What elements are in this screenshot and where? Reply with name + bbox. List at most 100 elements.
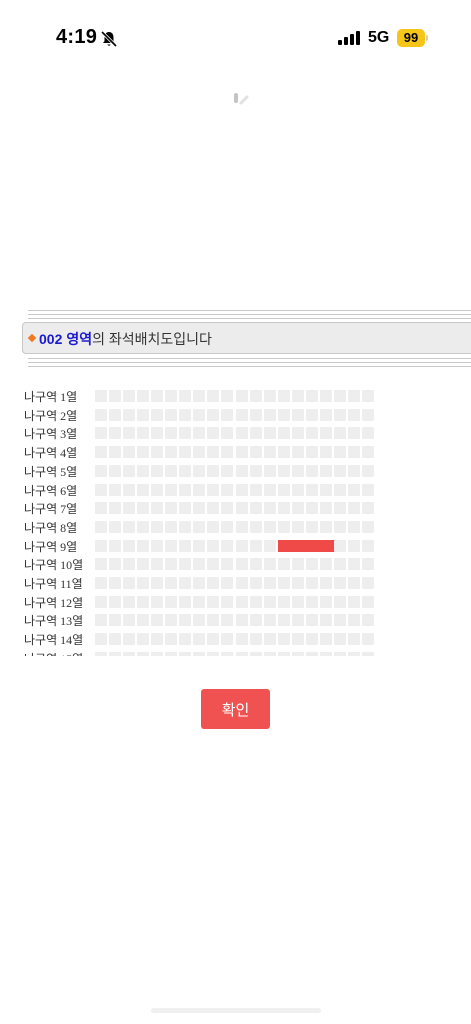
seat[interactable] [109,595,122,608]
seat[interactable] [291,651,304,656]
seat[interactable] [151,390,164,402]
seat[interactable] [263,464,276,477]
seat[interactable] [179,427,192,440]
seat[interactable] [361,595,374,608]
seat[interactable] [333,427,346,440]
seat[interactable] [179,464,192,477]
seat[interactable] [123,390,136,402]
seat[interactable] [151,651,164,656]
seat[interactable] [165,577,178,589]
seat[interactable] [319,558,332,571]
seat[interactable] [347,633,360,646]
seat[interactable] [95,464,107,477]
seat[interactable] [347,595,360,608]
seat[interactable] [221,633,234,646]
seat[interactable] [123,651,136,656]
seat[interactable] [193,408,206,421]
seat[interactable] [193,539,206,552]
seat[interactable] [109,427,122,440]
seat[interactable] [305,633,318,646]
seat[interactable] [165,520,178,533]
seat[interactable] [305,502,318,515]
seat[interactable] [235,558,248,571]
seat[interactable] [109,633,122,646]
seat[interactable] [305,614,318,627]
seat[interactable] [165,483,178,496]
seat[interactable] [179,633,192,646]
seat[interactable] [277,427,290,440]
seat[interactable] [123,408,136,421]
seat[interactable] [277,464,290,477]
seat[interactable] [193,390,206,402]
seat[interactable] [305,408,318,421]
seat[interactable] [109,464,122,477]
seat[interactable] [179,558,192,571]
seat[interactable] [193,633,206,646]
seat[interactable] [333,408,346,421]
seat[interactable] [95,614,107,627]
seat[interactable] [137,483,150,496]
seat[interactable] [193,502,206,515]
seat[interactable] [235,502,248,515]
seat[interactable] [165,408,178,421]
seat[interactable] [319,483,332,496]
seat[interactable] [249,558,262,571]
seat[interactable] [221,614,234,627]
seat[interactable] [221,539,234,552]
seat[interactable] [221,408,234,421]
seat[interactable] [319,633,332,646]
seat[interactable] [347,483,360,496]
seat[interactable] [137,633,150,646]
seat[interactable] [291,464,304,477]
seat[interactable] [263,502,276,515]
seat[interactable] [179,539,192,552]
seat[interactable] [109,577,122,589]
seat[interactable] [151,558,164,571]
seat[interactable] [347,577,360,589]
seat[interactable] [333,464,346,477]
seat[interactable] [291,558,304,571]
seat[interactable] [277,408,290,421]
seat[interactable] [207,390,220,402]
seat[interactable] [207,595,220,608]
seat[interactable] [263,483,276,496]
seat[interactable] [333,390,346,402]
seat[interactable] [193,427,206,440]
seat[interactable] [109,408,122,421]
seat[interactable] [151,595,164,608]
seat[interactable] [333,539,346,552]
seat[interactable] [179,446,192,459]
seat[interactable] [319,651,332,656]
seat[interactable] [235,390,248,402]
seat[interactable] [151,539,164,552]
seat[interactable] [123,464,136,477]
seat[interactable] [319,614,332,627]
seat[interactable] [333,595,346,608]
seat[interactable] [333,651,346,656]
seat[interactable] [193,577,206,589]
seat[interactable] [235,539,248,552]
confirm-button[interactable]: 확인 [201,689,270,729]
seat[interactable] [291,483,304,496]
seat[interactable] [165,427,178,440]
seat[interactable] [319,520,332,533]
seat[interactable] [347,390,360,402]
seat[interactable] [305,558,318,571]
seat[interactable] [277,520,290,533]
seat[interactable] [193,520,206,533]
seat[interactable] [137,595,150,608]
seat[interactable] [123,483,136,496]
seat[interactable] [109,539,122,552]
seat[interactable] [263,614,276,627]
seat[interactable] [165,633,178,646]
seat[interactable] [277,614,290,627]
seat[interactable] [123,539,136,552]
seat[interactable] [137,520,150,533]
seat[interactable] [221,427,234,440]
seat[interactable] [221,483,234,496]
seat[interactable] [179,502,192,515]
seat[interactable] [207,614,220,627]
seat[interactable] [151,464,164,477]
seat[interactable] [221,446,234,459]
seat[interactable] [361,427,374,440]
